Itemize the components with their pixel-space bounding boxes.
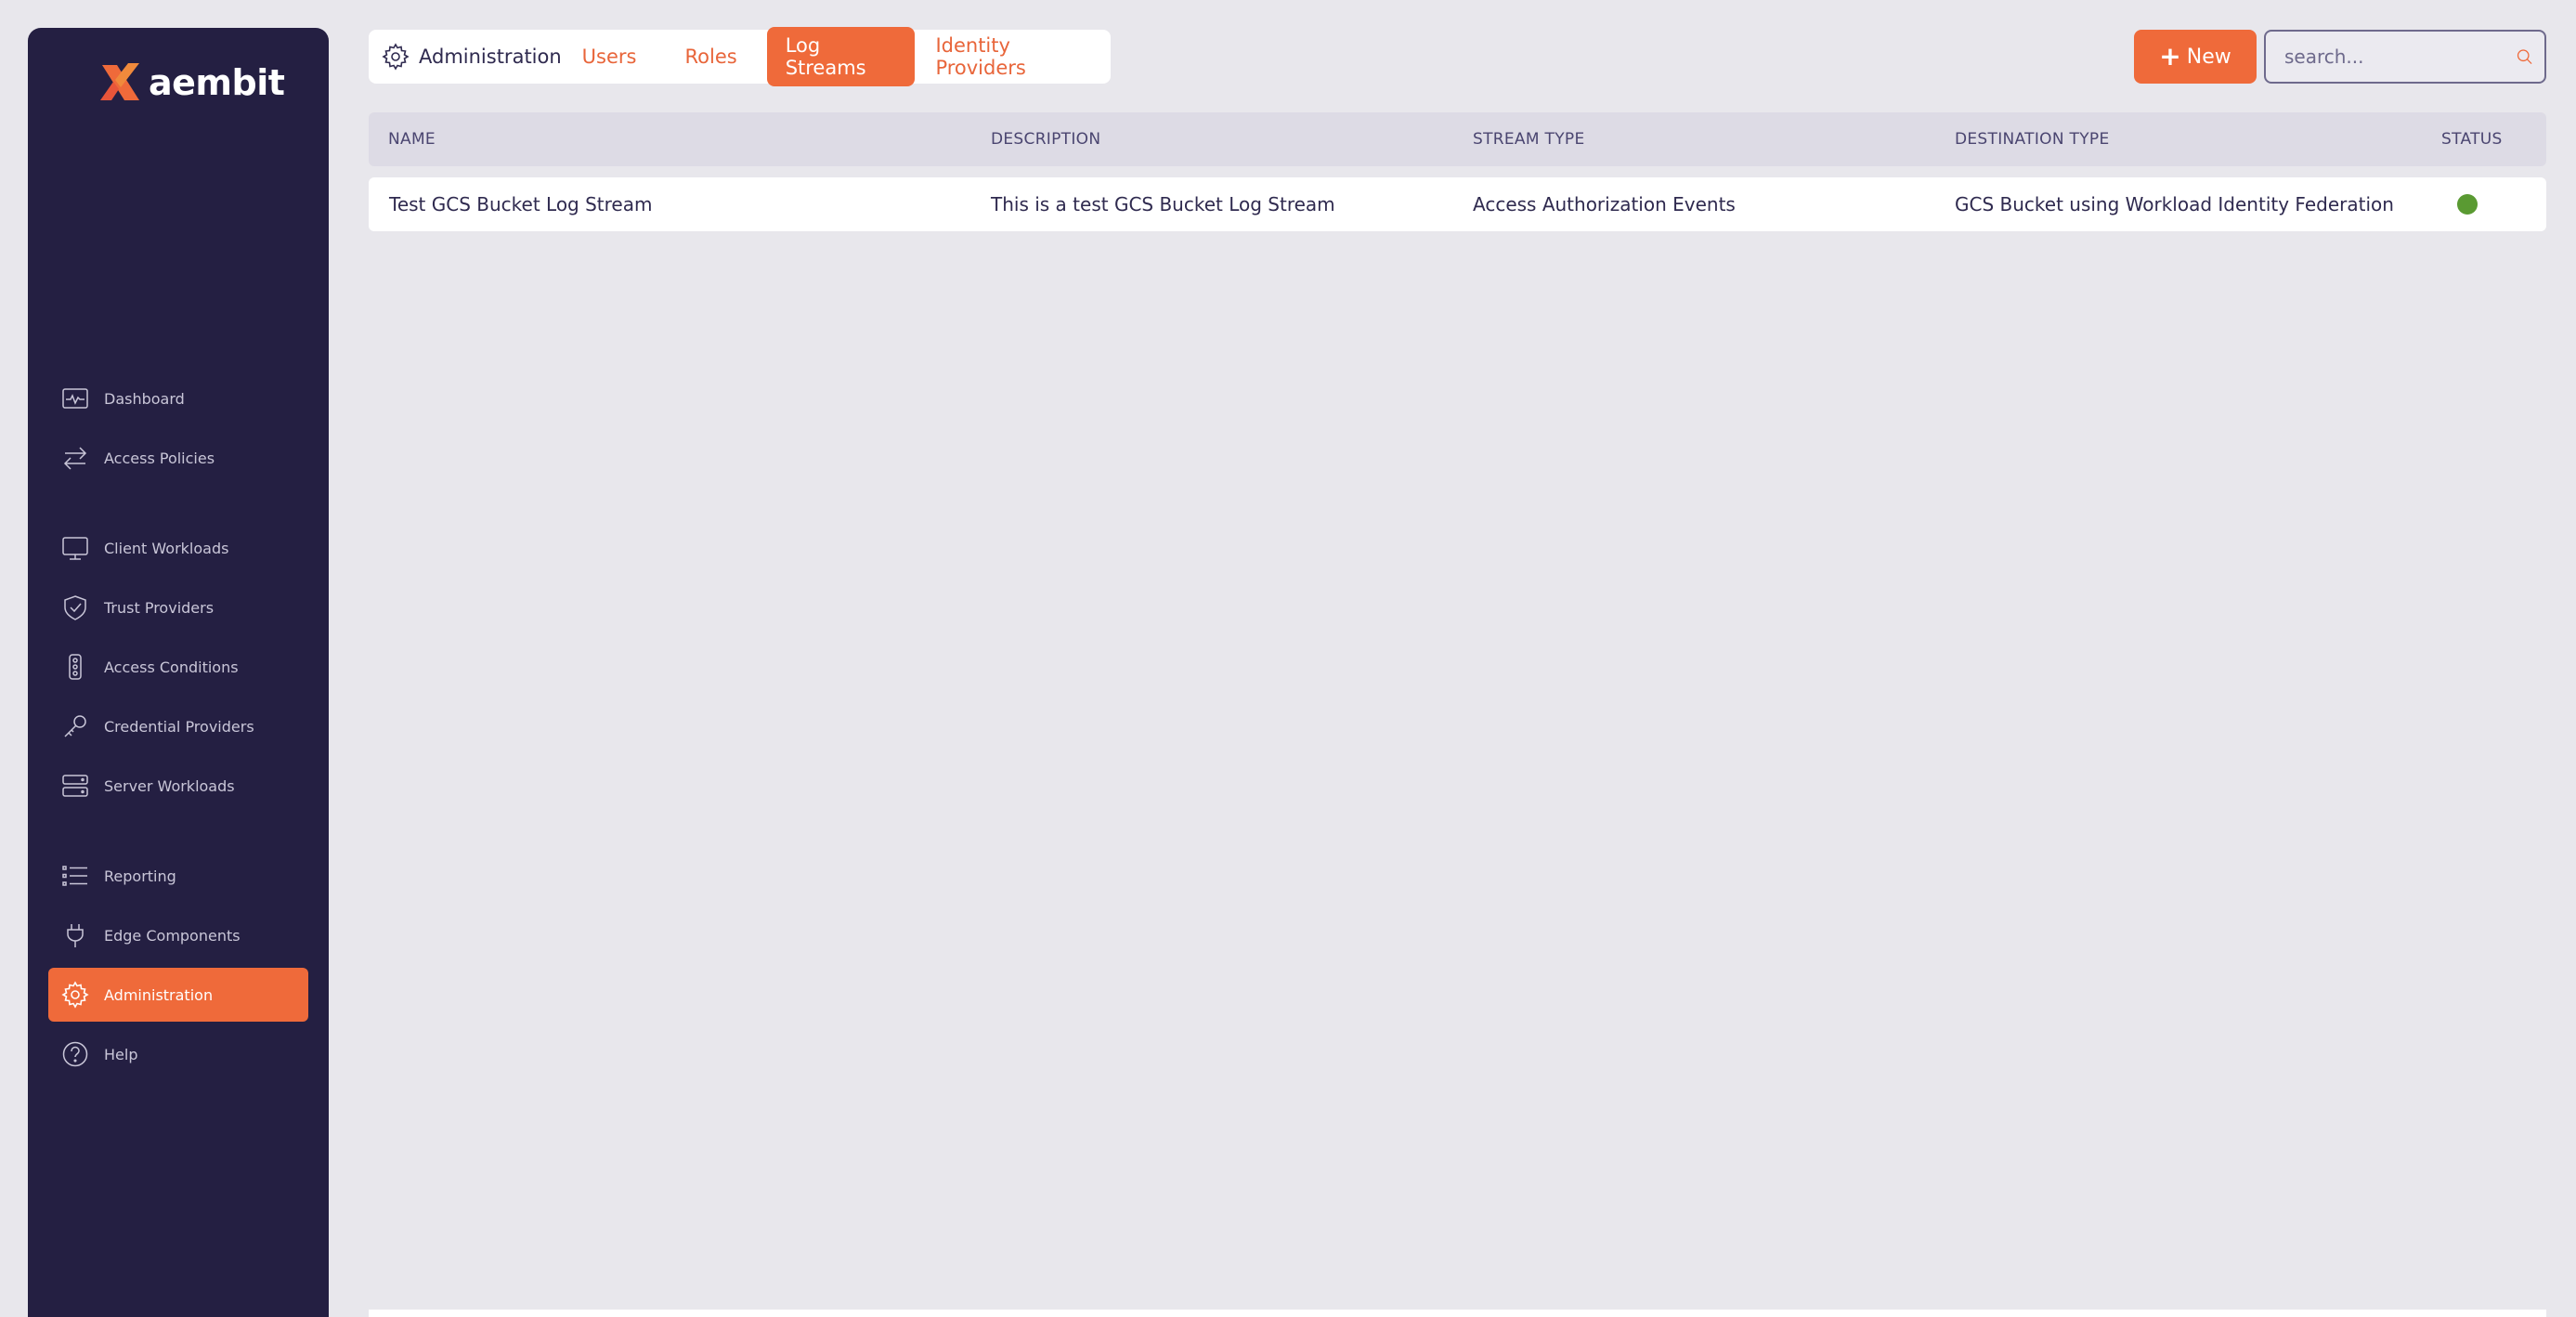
tab-users[interactable]: Users: [582, 38, 656, 75]
server-icon: [61, 772, 89, 800]
sidebar-item-label: Server Workloads: [104, 776, 235, 795]
sidebar-item-edge-components[interactable]: Edge Components: [48, 908, 308, 962]
search-icon[interactable]: [2516, 43, 2533, 71]
help-circle-icon: [61, 1040, 89, 1068]
admin-tab-bar: Administration Users Roles Log Streams I…: [369, 27, 1111, 86]
table-row[interactable]: Test GCS Bucket Log Stream This is a tes…: [369, 177, 2546, 231]
sidebar-item-server-workloads[interactable]: Server Workloads: [48, 759, 308, 813]
section-title: Administration: [419, 46, 562, 68]
cell-name: Test GCS Bucket Log Stream: [389, 193, 653, 215]
sidebar-item-access-policies[interactable]: Access Policies: [48, 431, 308, 485]
sidebar-item-label: Edge Components: [104, 926, 241, 945]
new-button-label: New: [2186, 45, 2231, 69]
sidebar-item-administration[interactable]: Administration: [48, 968, 308, 1022]
sidebar-item-label: Credential Providers: [104, 717, 254, 736]
aembit-logo-icon: [100, 63, 139, 100]
cell-description: This is a test GCS Bucket Log Stream: [991, 193, 1335, 215]
tab-identity-providers[interactable]: Identity Providers: [917, 27, 1111, 86]
column-header-name[interactable]: NAME: [388, 112, 436, 166]
dashboard-icon: [61, 385, 89, 412]
column-header-stream-type[interactable]: STREAM TYPE: [1473, 112, 1585, 166]
sidebar-item-label: Help: [104, 1045, 138, 1063]
sidebar-item-dashboard[interactable]: Dashboard: [48, 372, 308, 425]
table-header: NAME DESCRIPTION STREAM TYPE DESTINATION…: [369, 112, 2546, 166]
cell-destination-type: GCS Bucket using Workload Identity Feder…: [1955, 193, 2394, 215]
app-root: aembit Dashboard Access Policies Client …: [0, 0, 2576, 1317]
monitor-icon: [61, 534, 89, 562]
plug-icon: [61, 921, 89, 949]
brand-name: aembit: [149, 62, 285, 103]
cell-status: [2457, 177, 2478, 231]
sidebar-item-reporting[interactable]: Reporting: [48, 849, 308, 903]
status-active-indicator: [2457, 194, 2478, 215]
sidebar-item-credential-providers[interactable]: Credential Providers: [48, 699, 308, 753]
column-header-destination-type[interactable]: DESTINATION TYPE: [1955, 112, 2110, 166]
brand-logo[interactable]: aembit: [97, 54, 285, 111]
sidebar-item-help[interactable]: Help: [48, 1027, 308, 1081]
gear-icon: [382, 43, 410, 71]
arrows-exchange-icon: [61, 444, 89, 472]
cell-stream-type: Access Authorization Events: [1473, 193, 1736, 215]
list-icon: [61, 862, 89, 890]
sidebar-item-trust-providers[interactable]: Trust Providers: [48, 580, 308, 634]
gear-icon: [61, 981, 89, 1009]
sidebar-item-client-workloads[interactable]: Client Workloads: [48, 521, 308, 575]
plus-icon: +: [2159, 41, 2181, 72]
sidebar-item-access-conditions[interactable]: Access Conditions: [48, 640, 308, 694]
sidebar-item-label: Administration: [104, 985, 214, 1004]
key-icon: [61, 712, 89, 740]
traffic-light-icon: [61, 653, 89, 681]
sidebar-item-label: Client Workloads: [104, 539, 229, 557]
shield-check-icon: [61, 593, 89, 621]
search-input[interactable]: [2284, 46, 2516, 68]
sidebar-item-label: Dashboard: [104, 389, 185, 408]
sidebar-item-label: Trust Providers: [104, 598, 215, 617]
new-button[interactable]: + New: [2134, 30, 2257, 84]
tab-roles[interactable]: Roles: [666, 38, 755, 75]
sidebar-item-label: Access Conditions: [104, 658, 239, 676]
column-header-status[interactable]: STATUS: [2441, 112, 2503, 166]
search-box: [2264, 30, 2546, 84]
bottom-panel-edge: [369, 1310, 2546, 1317]
sidebar-item-label: Access Policies: [104, 449, 215, 467]
sidebar: aembit Dashboard Access Policies Client …: [28, 28, 329, 1317]
sidebar-item-label: Reporting: [104, 867, 176, 885]
column-header-description[interactable]: DESCRIPTION: [991, 112, 1100, 166]
tab-log-streams[interactable]: Log Streams: [766, 27, 916, 86]
